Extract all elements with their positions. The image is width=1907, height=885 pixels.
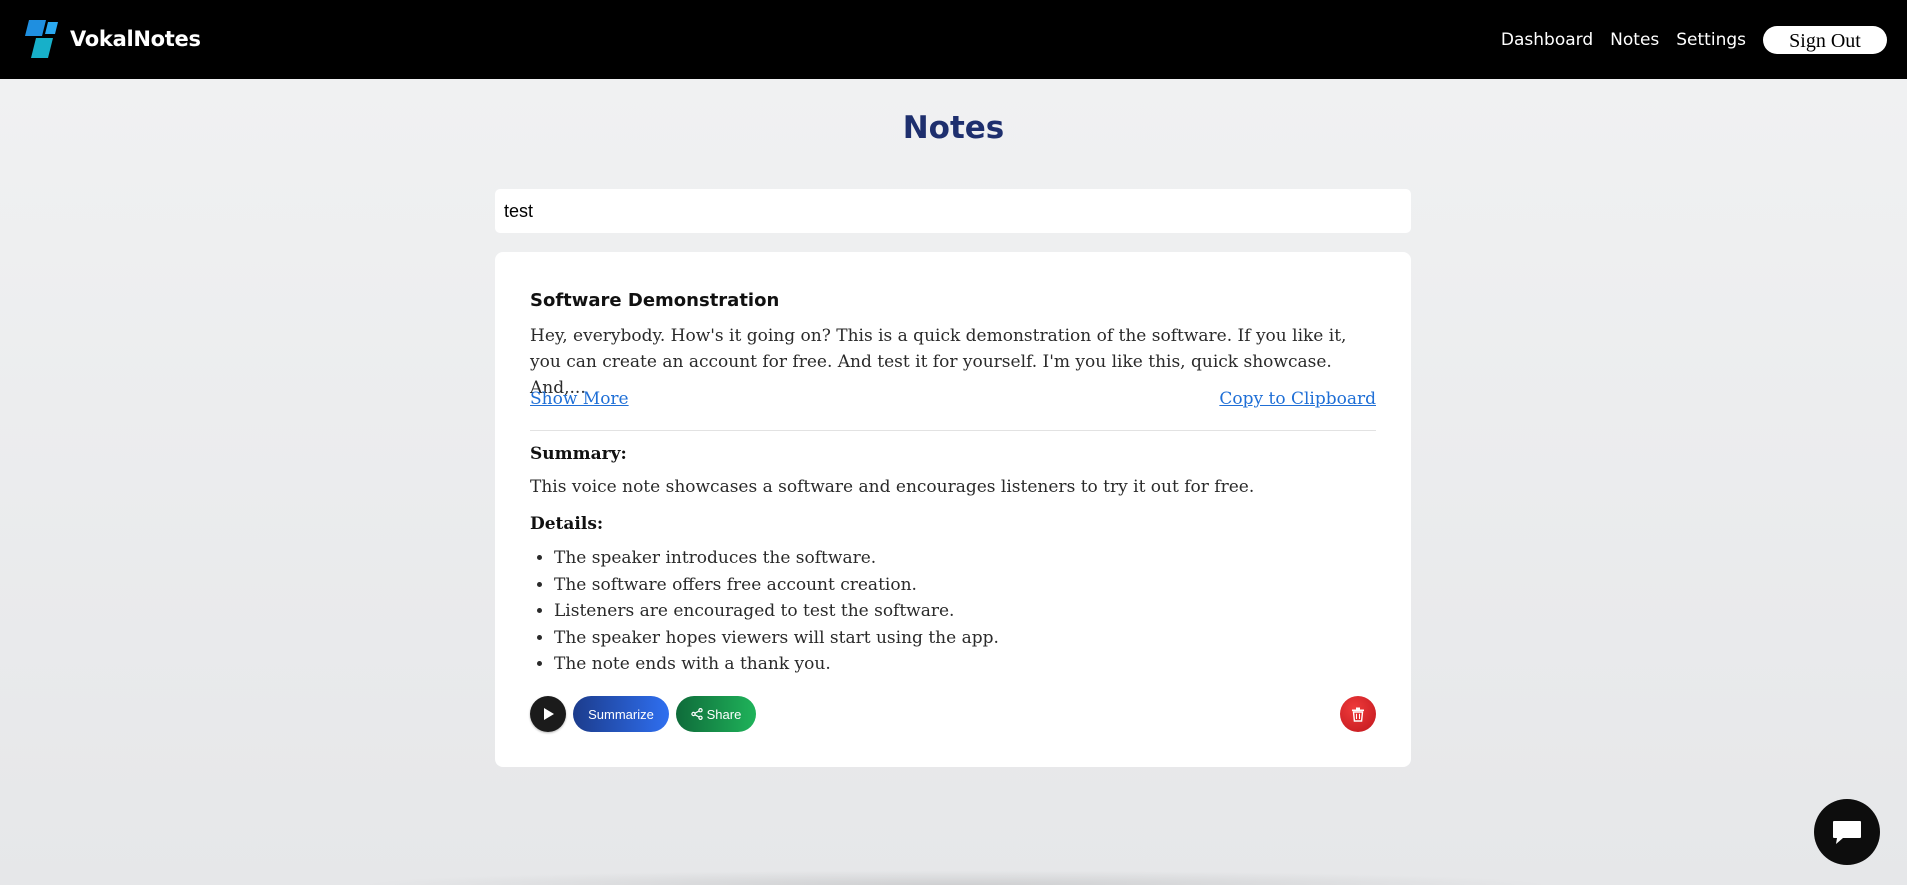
search-input[interactable] — [495, 189, 1411, 233]
logo-icon — [25, 20, 58, 58]
trash-icon — [1352, 707, 1364, 722]
nav-notes[interactable]: Notes — [1610, 30, 1659, 50]
copy-to-clipboard-link[interactable]: Copy to Clipboard — [1219, 389, 1376, 409]
brand[interactable]: VokalNotes — [22, 20, 201, 58]
play-button[interactable] — [530, 696, 566, 732]
note-card: Software Demonstration Hey, everybody. H… — [495, 252, 1411, 767]
main-nav: Dashboard Notes Settings Sign Out — [1484, 0, 1887, 79]
footer-shadow — [350, 870, 1560, 885]
chat-launcher-button[interactable] — [1814, 799, 1880, 865]
share-label: Share — [706, 706, 742, 722]
detail-item: The speaker introduces the software. — [554, 545, 999, 572]
detail-item: Listeners are encouraged to test the sof… — [554, 598, 999, 625]
summary-heading: Summary: — [530, 444, 627, 464]
nav-dashboard[interactable]: Dashboard — [1501, 30, 1593, 50]
top-nav-bar: VokalNotes Dashboard Notes Settings Sign… — [0, 0, 1907, 79]
nav-settings[interactable]: Settings — [1676, 30, 1746, 50]
chat-bubble-icon — [1833, 821, 1861, 844]
summary-text: This voice note showcases a software and… — [530, 477, 1255, 497]
delete-button[interactable] — [1340, 696, 1376, 732]
divider — [530, 430, 1376, 431]
detail-item: The note ends with a thank you. — [554, 651, 999, 678]
summarize-button[interactable]: Summarize — [573, 696, 669, 732]
brand-name: VokalNotes — [70, 27, 201, 51]
note-actions: Summarize Share — [530, 696, 756, 732]
show-more-link[interactable]: Show More — [530, 389, 629, 409]
page-title: Notes — [902, 110, 1005, 146]
details-heading: Details: — [530, 514, 604, 534]
sign-out-button[interactable]: Sign Out — [1763, 25, 1887, 54]
note-title: Software Demonstration — [530, 290, 780, 311]
detail-item: The software offers free account creatio… — [554, 572, 999, 599]
share-icon — [690, 708, 703, 720]
details-list: The speaker introduces the software. The… — [530, 545, 999, 678]
play-icon — [544, 708, 554, 720]
share-button[interactable]: Share — [676, 696, 756, 732]
detail-item: The speaker hopes viewers will start usi… — [554, 625, 999, 652]
